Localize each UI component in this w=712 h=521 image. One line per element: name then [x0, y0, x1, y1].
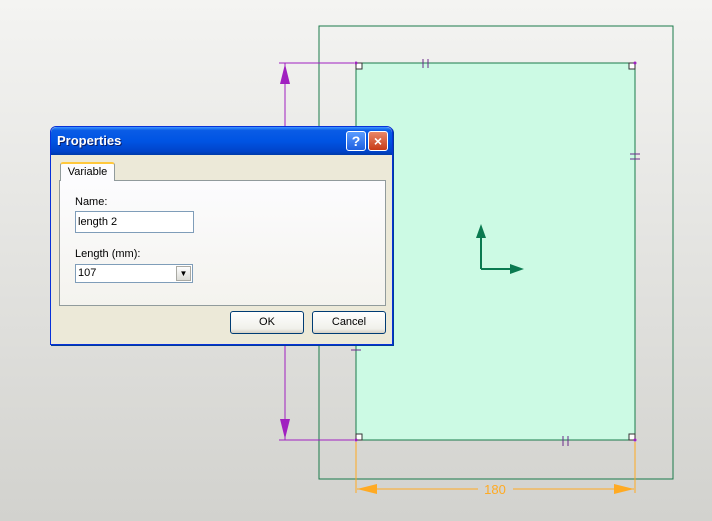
dimension-arrow-icon	[280, 64, 290, 84]
corner-point	[354, 61, 358, 65]
corner-point	[633, 61, 637, 65]
properties-dialog: Properties ? × Variable Name: length 2 L…	[50, 126, 393, 345]
dimension-arrow-icon	[357, 484, 377, 494]
name-input[interactable]: length 2	[75, 211, 194, 233]
dropdown-arrow-icon[interactable]: ▼	[176, 266, 191, 281]
dialog-titlebar[interactable]: Properties ? ×	[51, 127, 392, 155]
dimension-value-horizontal[interactable]: 180	[484, 482, 506, 497]
ok-button[interactable]: OK	[230, 311, 304, 334]
corner-point	[354, 438, 358, 442]
cancel-button[interactable]: Cancel	[312, 311, 386, 334]
sketch-rectangle[interactable]	[355, 62, 636, 441]
dialog-title: Properties	[57, 133, 122, 148]
corner-point	[633, 438, 637, 442]
close-icon[interactable]: ×	[368, 131, 388, 151]
length-combobox[interactable]: 107 ▼	[75, 264, 193, 283]
name-label: Name:	[75, 196, 108, 208]
help-icon[interactable]: ?	[346, 131, 366, 151]
dialog-body: Variable Name: length 2 Length (mm): 107…	[54, 155, 389, 341]
length-label: Length (mm):	[75, 248, 141, 260]
length-value: 107	[78, 267, 97, 279]
tab-panel-variable: Name: length 2 Length (mm): 107 ▼	[59, 180, 386, 306]
dimension-arrow-icon	[280, 419, 290, 439]
dimension-arrow-icon	[614, 484, 634, 494]
tab-variable[interactable]: Variable	[60, 162, 115, 181]
